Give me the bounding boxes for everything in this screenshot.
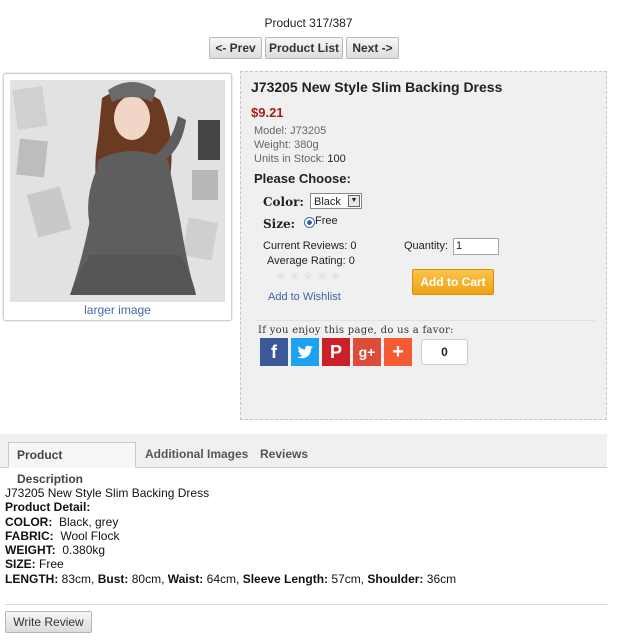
desc-weight-label: WEIGHT: <box>5 543 56 558</box>
more-share-icon[interactable]: + <box>384 338 412 366</box>
desc-shoulder-label: Shoulder: <box>367 571 424 586</box>
tab-bar: Product Description Additional Images Re… <box>0 434 607 486</box>
next-button[interactable]: Next -> <box>346 37 399 59</box>
product-description: J73205 New Style Slim Backing Dress Prod… <box>5 486 456 586</box>
detail-heading: Product Detail: <box>5 500 91 515</box>
desc-size-label: SIZE: <box>5 557 36 572</box>
color-select[interactable]: Black ▼ <box>310 193 362 209</box>
quantity-label: Quantity: <box>404 240 449 252</box>
larger-image-link[interactable]: larger image <box>4 303 231 317</box>
quantity-input[interactable]: 1 <box>453 238 499 255</box>
desc-color-value: Black, grey <box>59 514 119 529</box>
desc-length-label: LENGTH: <box>5 571 59 586</box>
weight-row: Weight: 380g <box>254 139 319 151</box>
current-reviews: Current Reviews: 0 <box>263 240 357 252</box>
desc-measurements-row: LENGTH: 83cm, Bust: 80cm, Waist: 64cm, S… <box>5 572 456 586</box>
share-prompt: If you enjoy this page, do us a favor: <box>258 325 454 336</box>
chevron-down-icon: ▼ <box>348 195 360 207</box>
google-plus-icon[interactable]: g+ <box>353 338 381 366</box>
average-rating: Average Rating: 0 <box>267 255 355 267</box>
color-select-value: Black <box>314 196 341 208</box>
stock-value: 100 <box>327 153 346 165</box>
pinterest-icon[interactable]: P <box>322 338 350 366</box>
rating-stars: ★★★★★ <box>275 268 344 283</box>
product-counter: Product 317/387 <box>264 16 353 30</box>
desc-waist-value: 64cm, <box>206 571 240 586</box>
desc-sleeve-label: Sleeve Length: <box>242 571 329 586</box>
desc-weight-row: WEIGHT: 0.380kg <box>5 543 456 557</box>
color-label: Color: <box>263 195 304 209</box>
product-title: J73205 New Style Slim Backing Dress <box>251 79 503 95</box>
weight-label: Weight: <box>254 139 292 151</box>
product-photo[interactable] <box>10 80 225 302</box>
desc-fabric-label: FABRIC: <box>5 528 54 543</box>
twitter-icon[interactable] <box>291 338 319 366</box>
add-to-cart-button[interactable]: Add to Cart <box>412 269 494 295</box>
facebook-icon[interactable]: f <box>260 338 288 366</box>
desc-size-value: Free <box>39 557 64 572</box>
model-label: Model: <box>254 125 288 137</box>
add-to-wishlist-link[interactable]: Add to Wishlist <box>268 291 341 303</box>
divider <box>5 604 607 605</box>
options-heading: Please Choose: <box>254 171 351 186</box>
description-title: J73205 New Style Slim Backing Dress <box>5 486 210 500</box>
stock-row: Units in Stock: 100 <box>254 153 346 165</box>
tab-reviews[interactable]: Reviews <box>252 442 316 466</box>
desc-color-label: COLOR: <box>5 514 53 529</box>
stock-label: Units in Stock: <box>254 153 325 165</box>
tab-product-description[interactable]: Product Description <box>8 442 136 486</box>
size-option-label: Free <box>315 215 338 227</box>
model-value: J73205 <box>290 125 327 137</box>
weight-value: 380g <box>294 139 319 151</box>
desc-shoulder-value: 36cm <box>426 571 457 586</box>
desc-fabric-row: FABRIC: Wool Flock <box>5 529 456 543</box>
share-count: 0 <box>421 339 468 365</box>
size-label: Size: <box>263 217 296 231</box>
product-info-panel: J73205 New Style Slim Backing Dress $9.2… <box>240 71 607 420</box>
desc-sleeve-value: 57cm, <box>331 571 365 586</box>
desc-weight-value: 0.380kg <box>62 543 106 558</box>
twitter-bird-glyph <box>297 345 313 359</box>
product-image-box: larger image <box>3 73 232 321</box>
desc-waist-label: Waist: <box>167 571 204 586</box>
desc-bust-label: Bust: <box>97 571 129 586</box>
product-price: $9.21 <box>251 105 284 120</box>
prev-button[interactable]: <- Prev <box>209 37 262 59</box>
write-review-button[interactable]: Write Review <box>5 611 92 633</box>
model-row: Model: J73205 <box>254 125 326 137</box>
desc-fabric-value: Wool Flock <box>60 528 120 543</box>
desc-size-row: SIZE: Free <box>5 557 456 571</box>
desc-length-value: 83cm, <box>61 571 95 586</box>
divider <box>255 320 595 321</box>
desc-bust-value: 80cm, <box>131 571 165 586</box>
size-radio-free[interactable] <box>304 217 315 228</box>
tab-additional-images[interactable]: Additional Images <box>137 442 256 466</box>
product-list-button[interactable]: Product List <box>265 37 343 59</box>
product-photo-illustration <box>10 80 225 302</box>
desc-color-row: COLOR: Black, grey <box>5 515 456 529</box>
